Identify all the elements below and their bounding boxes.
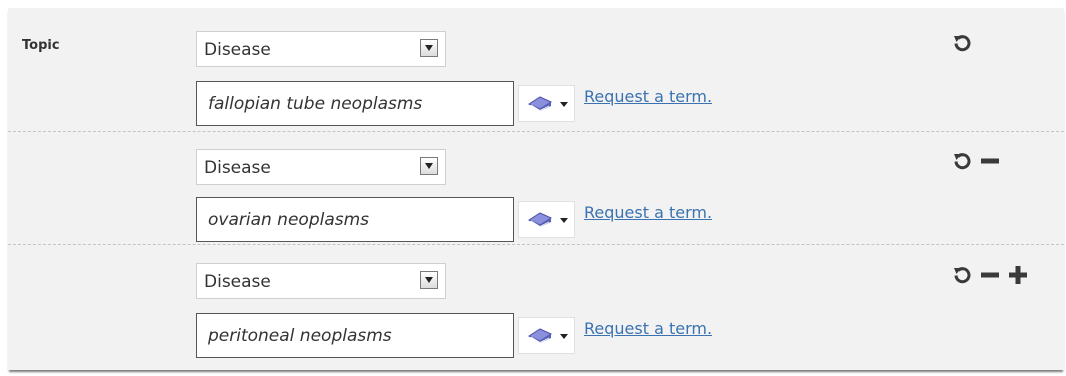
- plus-icon[interactable]: [1008, 265, 1028, 285]
- term-input[interactable]: ovarian neoplasms: [196, 197, 514, 242]
- category-select[interactable]: Disease: [196, 31, 446, 67]
- request-term-link[interactable]: Request a term.: [584, 87, 712, 106]
- caret-down-icon: [560, 218, 568, 223]
- request-term-link[interactable]: Request a term.: [584, 319, 712, 338]
- term-input-value: ovarian neoplasms: [208, 210, 370, 230]
- book-icon: [527, 96, 553, 111]
- minus-icon[interactable]: [980, 151, 1000, 171]
- topic-row-2: Disease ovarian neoplasms Request a term…: [8, 131, 1064, 245]
- topic-row-1: Disease fallopian tube neoplasms Request…: [8, 8, 1064, 131]
- caret-down-icon: [560, 102, 568, 107]
- vocabulary-picker-button[interactable]: [518, 201, 575, 238]
- category-select-value: Disease: [204, 158, 271, 178]
- reset-icon[interactable]: [952, 33, 972, 53]
- category-select-value: Disease: [204, 272, 271, 292]
- category-select[interactable]: Disease: [196, 149, 446, 185]
- dropdown-arrow-icon[interactable]: [420, 157, 438, 175]
- term-input-value: peritoneal neoplasms: [208, 326, 392, 346]
- dropdown-arrow-icon[interactable]: [420, 39, 438, 57]
- topic-row-3: Disease peritoneal neoplasms Request a t…: [8, 244, 1064, 371]
- dropdown-arrow-icon[interactable]: [420, 271, 438, 289]
- caret-down-icon: [560, 334, 568, 339]
- category-select[interactable]: Disease: [196, 263, 446, 299]
- book-icon: [527, 328, 553, 343]
- term-input-value: fallopian tube neoplasms: [208, 94, 423, 114]
- vocabulary-picker-button[interactable]: [518, 317, 575, 354]
- vocabulary-picker-button[interactable]: [518, 85, 575, 122]
- topic-panel: Topic Disease fallopian tube neoplasms R…: [8, 8, 1064, 370]
- reset-icon[interactable]: [952, 151, 972, 171]
- term-input[interactable]: peritoneal neoplasms: [196, 313, 514, 358]
- term-input[interactable]: fallopian tube neoplasms: [196, 81, 514, 126]
- request-term-link[interactable]: Request a term.: [584, 203, 712, 222]
- reset-icon[interactable]: [952, 265, 972, 285]
- minus-icon[interactable]: [980, 265, 1000, 285]
- category-select-value: Disease: [204, 40, 271, 60]
- book-icon: [527, 212, 553, 227]
